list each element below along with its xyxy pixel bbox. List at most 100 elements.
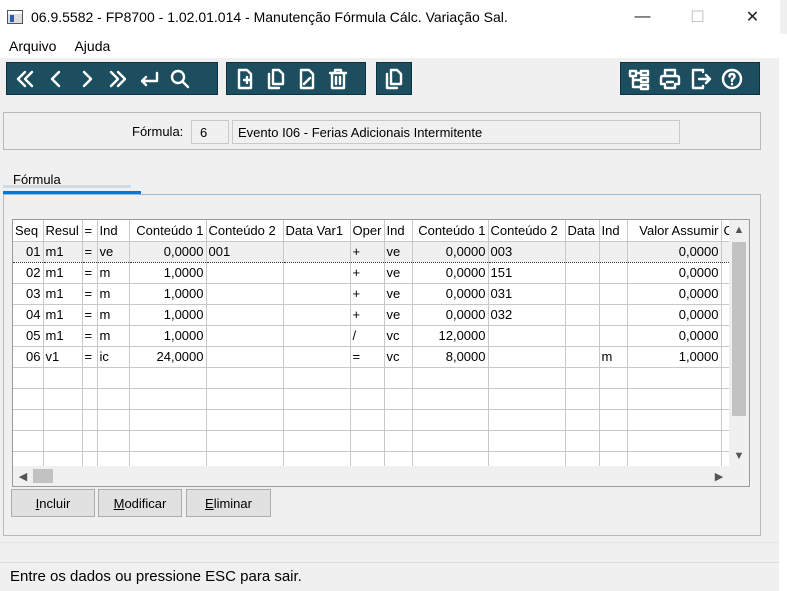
table-cell[interactable]: ve xyxy=(97,240,130,263)
table-cell[interactable]: 0,0000 xyxy=(627,325,722,347)
minimize-button[interactable]: — xyxy=(615,0,670,34)
table-cell[interactable]: 01 xyxy=(13,240,44,263)
column-header[interactable]: Conteúdo 2 xyxy=(488,220,566,242)
table-cell[interactable]: 0,0000 xyxy=(412,283,489,305)
table-cell[interactable] xyxy=(721,283,730,305)
table-cell[interactable] xyxy=(350,388,385,410)
table-cell[interactable] xyxy=(565,430,600,452)
table-cell[interactable] xyxy=(488,430,566,452)
table-cell[interactable] xyxy=(97,409,130,431)
print-button[interactable] xyxy=(654,63,685,94)
table-cell[interactable] xyxy=(721,388,730,410)
duplicate-button[interactable] xyxy=(379,63,409,94)
table-cell[interactable] xyxy=(13,367,44,389)
table-row[interactable]: 01 m1 = ve 0,0000 001 + ve 0,0000 003 0,0000 xyxy=(13,240,730,263)
table-cell[interactable] xyxy=(627,367,722,389)
modify-button[interactable]: Modificar xyxy=(98,489,182,517)
last-record-button[interactable] xyxy=(102,63,133,94)
table-cell[interactable] xyxy=(599,283,628,305)
table-cell[interactable] xyxy=(97,430,130,452)
table-cell[interactable]: v1 xyxy=(43,346,83,368)
table-row[interactable]: 04 m1 = m 1,0000 + ve 0,0000 032 0,0000 xyxy=(13,304,730,326)
table-cell[interactable] xyxy=(384,409,413,431)
table-cell[interactable]: 0,0000 xyxy=(627,283,722,305)
table-cell[interactable]: 0,0000 xyxy=(412,304,489,326)
previous-record-button[interactable] xyxy=(40,63,71,94)
table-cell[interactable]: 1,0000 xyxy=(129,304,207,326)
table-cell[interactable] xyxy=(43,430,83,452)
table-cell[interactable]: / xyxy=(350,325,385,347)
table-cell[interactable] xyxy=(565,240,600,263)
table-cell[interactable] xyxy=(82,409,98,431)
table-cell[interactable] xyxy=(13,409,44,431)
table-cell[interactable] xyxy=(721,240,730,263)
table-cell[interactable] xyxy=(565,388,600,410)
tree-button[interactable] xyxy=(623,63,654,94)
table-cell[interactable] xyxy=(412,409,489,431)
close-button[interactable]: ✕ xyxy=(725,0,780,34)
table-cell[interactable] xyxy=(599,240,628,263)
table-cell[interactable] xyxy=(206,367,284,389)
table-cell[interactable]: m1 xyxy=(43,325,83,347)
table-cell[interactable] xyxy=(206,346,284,368)
table-cell[interactable] xyxy=(206,325,284,347)
column-header[interactable]: Ind xyxy=(599,220,628,242)
formula-grid[interactable]: Seq Resul = Ind Conteúdo 1 Conteúdo 2 Data Var… xyxy=(12,219,750,487)
table-cell[interactable]: 24,0000 xyxy=(129,346,207,368)
column-header[interactable]: Data Var1 xyxy=(283,220,351,242)
table-cell[interactable]: 12,0000 xyxy=(412,325,489,347)
table-cell[interactable]: m1 xyxy=(43,262,83,284)
empty-table-row[interactable] xyxy=(13,430,730,452)
table-cell[interactable] xyxy=(599,430,628,452)
table-cell[interactable] xyxy=(384,388,413,410)
table-cell[interactable] xyxy=(488,367,566,389)
table-cell[interactable]: 04 xyxy=(13,304,44,326)
table-cell[interactable]: m1 xyxy=(43,304,83,326)
table-cell[interactable] xyxy=(129,430,207,452)
table-cell[interactable] xyxy=(350,430,385,452)
next-record-button[interactable] xyxy=(71,63,102,94)
table-cell[interactable] xyxy=(283,430,351,452)
menu-arquivo[interactable]: Arquivo xyxy=(0,38,65,54)
table-cell[interactable] xyxy=(721,262,730,284)
table-cell[interactable] xyxy=(283,240,351,263)
table-cell[interactable]: 8,0000 xyxy=(412,346,489,368)
table-cell[interactable]: = xyxy=(82,283,98,305)
table-cell[interactable] xyxy=(13,430,44,452)
maximize-button[interactable]: ☐ xyxy=(670,0,725,34)
include-button[interactable]: Incluir xyxy=(11,489,95,517)
table-cell[interactable] xyxy=(599,409,628,431)
scroll-down-icon[interactable]: ▼ xyxy=(729,446,749,466)
scroll-left-icon[interactable]: ◀ xyxy=(13,466,33,486)
empty-table-row[interactable] xyxy=(13,388,730,410)
horizontal-scrollbar[interactable]: ◀ ▶ xyxy=(13,466,729,486)
table-cell[interactable] xyxy=(721,346,730,368)
table-cell[interactable]: 003 xyxy=(488,240,566,263)
table-cell[interactable] xyxy=(384,430,413,452)
table-cell[interactable] xyxy=(721,409,730,431)
table-cell[interactable] xyxy=(565,304,600,326)
table-cell[interactable] xyxy=(412,367,489,389)
table-cell[interactable]: ve xyxy=(384,283,413,305)
table-cell[interactable]: vc xyxy=(384,325,413,347)
column-header[interactable]: Oper xyxy=(350,220,385,242)
table-cell[interactable] xyxy=(350,409,385,431)
table-cell[interactable] xyxy=(627,409,722,431)
table-cell[interactable]: 0,0000 xyxy=(627,262,722,284)
table-cell[interactable] xyxy=(627,388,722,410)
table-cell[interactable]: vc xyxy=(384,346,413,368)
table-cell[interactable] xyxy=(206,283,284,305)
table-cell[interactable]: 0,0000 xyxy=(627,240,722,263)
table-cell[interactable]: 0,0000 xyxy=(627,304,722,326)
table-cell[interactable] xyxy=(283,283,351,305)
table-cell[interactable]: 1,0000 xyxy=(129,325,207,347)
column-header[interactable]: Ind xyxy=(97,220,130,242)
table-cell[interactable]: = xyxy=(82,325,98,347)
table-cell[interactable] xyxy=(82,430,98,452)
table-cell[interactable]: 05 xyxy=(13,325,44,347)
table-cell[interactable]: = xyxy=(82,240,98,263)
table-cell[interactable]: m xyxy=(97,262,130,284)
table-cell[interactable] xyxy=(721,325,730,347)
table-cell[interactable] xyxy=(129,367,207,389)
delete-button[interactable] xyxy=(322,63,353,94)
